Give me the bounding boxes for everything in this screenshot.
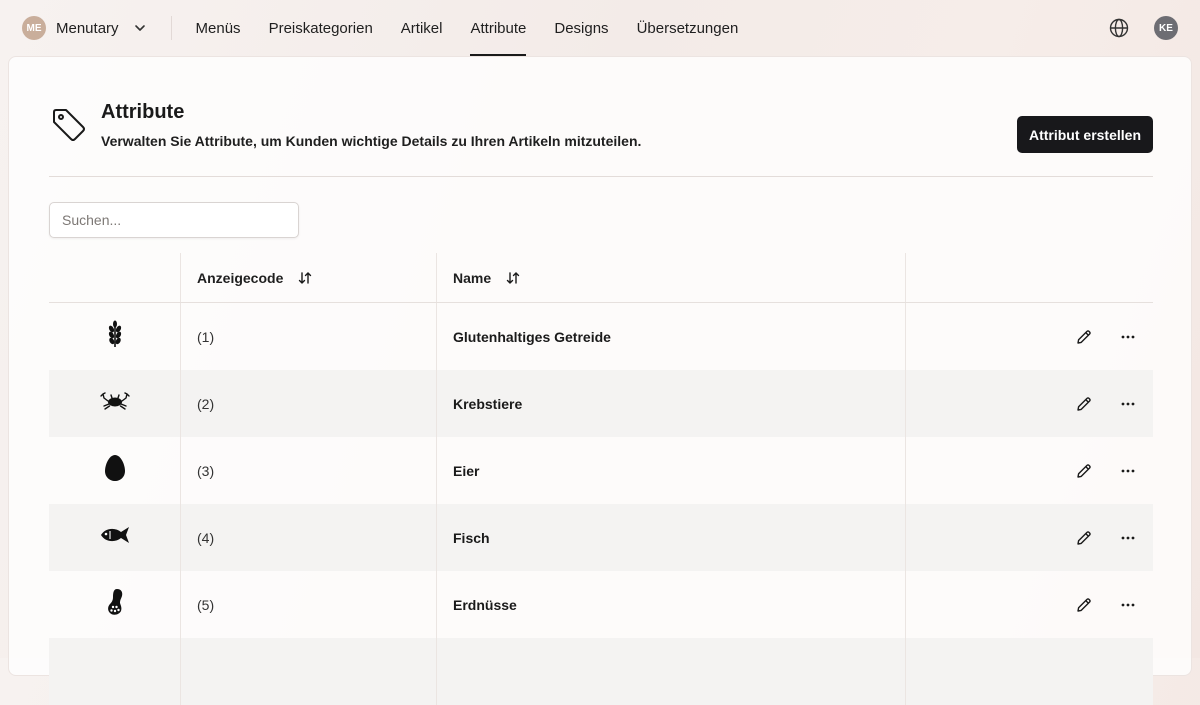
row-icon-cell: [49, 571, 181, 638]
user-avatar[interactable]: KE: [1154, 16, 1178, 40]
row-icon-cell: [49, 370, 181, 437]
row-icon-cell: [49, 303, 181, 370]
attributes-table: Anzeigecode Name (1) Glutenhaltiges Getr…: [49, 253, 1153, 705]
header-name[interactable]: Name: [437, 253, 906, 302]
search-input[interactable]: [49, 202, 299, 238]
row-code: (5): [181, 571, 437, 638]
row-code: (2): [181, 370, 437, 437]
top-navigation: ME Menutary Menüs Preiskategorien Artike…: [0, 0, 1200, 56]
create-attribute-button[interactable]: Attribut erstellen: [1016, 116, 1153, 153]
globe-icon[interactable]: [1108, 17, 1130, 39]
row-name: [437, 638, 906, 705]
row-actions: [906, 370, 1153, 437]
header-code-label: Anzeigecode: [197, 269, 284, 286]
tag-icon: [49, 105, 89, 145]
row-name: Fisch: [437, 504, 906, 571]
row-actions: [906, 437, 1153, 504]
row-icon-cell: [49, 638, 181, 705]
wheat-icon: [105, 319, 125, 354]
egg-icon: [104, 454, 126, 487]
fish-icon: [99, 526, 131, 549]
table-header: Anzeigecode Name: [49, 253, 1153, 303]
pencil-icon[interactable]: [1075, 529, 1093, 547]
sort-icon[interactable]: [505, 270, 521, 286]
row-code: (3): [181, 437, 437, 504]
workspace-switcher[interactable]: ME Menutary: [22, 16, 172, 40]
row-icon-cell: [49, 504, 181, 571]
table-row: (3) Eier: [49, 437, 1153, 504]
row-actions: [906, 303, 1153, 370]
more-options-icon[interactable]: [1119, 328, 1137, 346]
nav-item-artikel[interactable]: Artikel: [387, 0, 457, 56]
nav-item-uebersetzungen[interactable]: Übersetzungen: [623, 0, 753, 56]
workspace-avatar: ME: [22, 16, 46, 40]
row-icon-cell: [49, 437, 181, 504]
pencil-icon[interactable]: [1075, 596, 1093, 614]
row-name: Eier: [437, 437, 906, 504]
crab-icon: [99, 390, 130, 417]
row-actions: [906, 571, 1153, 638]
table-row: (4) Fisch: [49, 504, 1153, 571]
row-code: (1): [181, 303, 437, 370]
nav-item-menus[interactable]: Menüs: [182, 0, 255, 56]
sort-icon[interactable]: [297, 270, 313, 286]
nav-item-attribute[interactable]: Attribute: [456, 0, 540, 56]
page-subtitle: Verwalten Sie Attribute, um Kunden wicht…: [101, 133, 642, 149]
row-name: Krebstiere: [437, 370, 906, 437]
nav-item-designs[interactable]: Designs: [540, 0, 622, 56]
pencil-icon[interactable]: [1075, 328, 1093, 346]
workspace-name: Menutary: [56, 19, 119, 37]
row-code: (4): [181, 504, 437, 571]
table-row: (2) Krebstiere: [49, 370, 1153, 437]
page-title: Attribute: [101, 101, 185, 123]
more-options-icon[interactable]: [1119, 596, 1137, 614]
table-row: [49, 638, 1153, 705]
row-actions: [906, 638, 1153, 705]
row-code: [181, 638, 437, 705]
pencil-icon[interactable]: [1075, 395, 1093, 413]
table-row: (1) Glutenhaltiges Getreide: [49, 303, 1153, 370]
more-options-icon[interactable]: [1119, 462, 1137, 480]
header-icon-col: [49, 253, 181, 302]
nav-item-preiskategorien[interactable]: Preiskategorien: [255, 0, 387, 56]
header-actions-col: [906, 253, 1153, 302]
top-right-controls: KE: [1108, 16, 1178, 40]
row-actions: [906, 504, 1153, 571]
peanut-icon: [105, 587, 125, 622]
more-options-icon[interactable]: [1119, 395, 1137, 413]
page-header: Attribute Verwalten Sie Attribute, um Ku…: [49, 101, 1153, 177]
main-card: Attribute Verwalten Sie Attribute, um Ku…: [8, 56, 1192, 705]
row-name: Glutenhaltiges Getreide: [437, 303, 906, 370]
header-name-label: Name: [453, 269, 492, 286]
main-nav: Menüs Preiskategorien Artikel Attribute …: [182, 0, 753, 56]
table-row: (5) Erdnüsse: [49, 571, 1153, 638]
more-options-icon[interactable]: [1119, 529, 1137, 547]
pencil-icon[interactable]: [1075, 462, 1093, 480]
header-code[interactable]: Anzeigecode: [181, 253, 437, 302]
chevron-down-icon[interactable]: [133, 21, 147, 35]
row-name: Erdnüsse: [437, 571, 906, 638]
